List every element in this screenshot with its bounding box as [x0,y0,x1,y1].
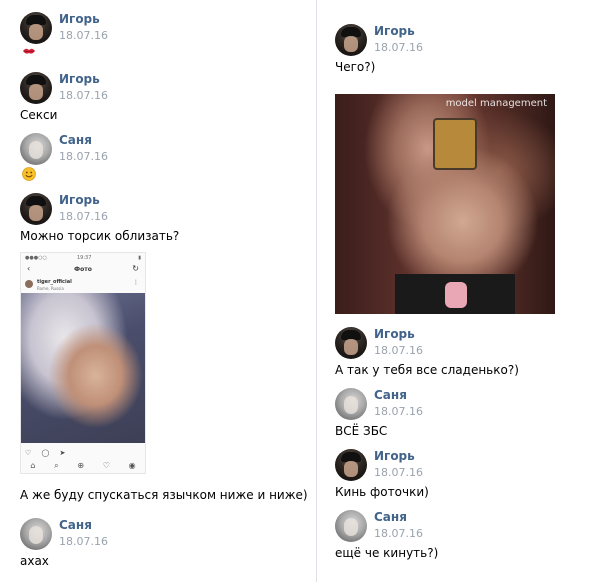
message-date[interactable]: 18.07.16 [59,150,108,163]
message-date[interactable]: 18.07.16 [374,466,423,479]
home-icon: ⌂ [30,461,36,470]
message-text: Чего?) [335,60,376,74]
message-date[interactable]: 18.07.16 [59,29,108,42]
post-image [21,293,145,443]
camera-icon: ⊕ [77,461,85,470]
author-name[interactable]: Саня [374,388,407,402]
author-name[interactable]: Игорь [374,24,415,38]
message-text: ещё че кинуть?) [335,546,439,560]
message-date[interactable]: 18.07.16 [374,344,423,357]
avatar[interactable] [335,510,367,542]
message-text: ВСЁ ЗБС [335,424,388,438]
avatar[interactable] [335,449,367,481]
author-name[interactable]: Игорь [374,327,415,341]
photo-watermark: model management [445,98,547,109]
avatar[interactable] [20,518,52,550]
author-name[interactable]: Игорь [374,449,415,463]
message-date[interactable]: 18.07.16 [374,527,423,540]
attached-photo[interactable]: model management [335,94,555,314]
message-text: А так у тебя все сладенько?) [335,363,519,377]
profile-icon: ◉ [128,461,136,470]
message-text: Можно торсик облизать? [20,229,180,243]
post-action-icons: ♡ ◯ ➤ [25,449,70,457]
post-username: tiger_official [37,279,72,285]
author-name[interactable]: Саня [59,133,92,147]
author-name[interactable]: Саня [59,518,92,532]
message-date[interactable]: 18.07.16 [59,89,108,102]
kiss-emoji-icon [23,48,35,54]
avatar[interactable] [20,72,52,104]
photo-pink-object [445,282,467,308]
avatar[interactable] [20,133,52,165]
post-avatar [25,280,33,288]
post-location: Rome, Russia [37,286,64,291]
screen-title: Фото [74,266,92,273]
message-date[interactable]: 18.07.16 [59,535,108,548]
more-icon: ⋮ [133,279,139,286]
message-text: Кинь фоточки) [335,485,429,499]
message-date[interactable]: 18.07.16 [374,405,423,418]
message-text: А же буду спускаться язычком ниже и ниже… [20,488,308,502]
avatar[interactable] [335,388,367,420]
status-bar: ●●●○○ 19:37 ▮ [25,255,141,261]
author-name[interactable]: Игорь [59,72,100,86]
refresh-icon: ↻ [132,264,139,273]
smile-emoji-icon [22,167,36,181]
message-text: ахах [20,554,49,568]
attached-photo[interactable]: ●●●○○ 19:37 ▮ ‹ Фото ↻ tiger_official Ro… [20,252,146,474]
right-column: Игорь 18.07.16 Чего?) model management И… [316,0,604,582]
author-name[interactable]: Игорь [59,193,100,207]
author-name[interactable]: Саня [374,510,407,524]
avatar[interactable] [20,12,52,44]
message-date[interactable]: 18.07.16 [374,41,423,54]
avatar[interactable] [335,327,367,359]
search-icon: ⌕ [54,461,59,470]
avatar[interactable] [335,24,367,56]
message-text: Секси [20,108,58,122]
phone-in-photo [433,118,477,170]
author-name[interactable]: Игорь [59,12,100,26]
bottom-nav: ⌂ ⌕ ⊕ ♡ ◉ [21,461,145,471]
heart-icon: ♡ [102,461,110,470]
avatar[interactable] [20,193,52,225]
message-date[interactable]: 18.07.16 [59,210,108,223]
